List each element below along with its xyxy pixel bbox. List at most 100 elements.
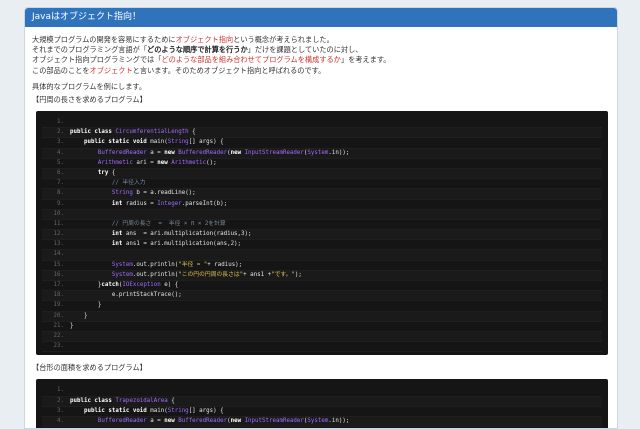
line-number: 1. <box>57 387 64 394</box>
code-token: public class <box>70 397 116 404</box>
code-token: ari = <box>132 159 158 166</box>
code-text: } <box>70 312 88 321</box>
code-text: BufferedReader a = new BufferedReader(ne… <box>70 417 349 426</box>
code-text: public static void main(String[] args) { <box>70 407 224 416</box>
code-line: 11. // 円周の長さ = 半径 × π × 2を計算 <box>42 220 602 231</box>
code-line: 20. } <box>42 311 602 322</box>
panel-body: 大規模プログラムの開発を容易にするためにオブジェクト指向という概念が考えられまし… <box>25 27 617 428</box>
code-token: catch <box>101 282 119 289</box>
code-line: 7. // 半径入力 <box>42 179 602 190</box>
code-text: public class CircumferentialLength { <box>70 128 196 137</box>
code-token: InputStreamReader <box>244 417 304 424</box>
code-token: BufferedReader <box>178 149 228 156</box>
code-token: .parseInt(b); <box>181 200 228 207</box>
caption-circumference: 【円周の長さを求めるプログラム】 <box>32 95 147 105</box>
code-text: Arithmetic ari = new Arithmetic(); <box>70 159 217 168</box>
code-line: 4. BufferedReader a = new BufferedReader… <box>42 416 602 428</box>
code-line: 1. <box>42 118 602 129</box>
code-text: // 半径入力 <box>70 179 146 188</box>
code-token: public static void <box>83 139 151 146</box>
line-number: 13. <box>53 241 64 248</box>
line-number: 4. <box>57 149 64 156</box>
intro-line-1: 大規模プログラムの開発を容易にするためにオブジェクト指向という概念が考えられまし… <box>32 35 611 45</box>
code-text: try { <box>70 169 115 178</box>
code-token: } <box>70 302 102 309</box>
line-number: 15. <box>53 261 64 268</box>
line-number: 12. <box>53 231 64 238</box>
line-number: 7. <box>57 180 64 187</box>
line-number: 18. <box>53 292 64 299</box>
code-token: } <box>70 312 88 319</box>
code-token: "この円の円周の長さは" <box>178 271 244 278</box>
code-line: 3. public static void main(String[] args… <box>42 138 602 149</box>
code-token: new <box>164 417 179 424</box>
code-line: 5. Arithmetic ari = new Arithmetic(); <box>42 159 602 169</box>
code-text: String b = a.readLine(); <box>70 189 196 198</box>
intro-line-4: この部品のことをオブジェクトと言います。そのためオブジェクト指向と呼ばれるのです… <box>32 66 611 76</box>
line-number: 3. <box>57 407 64 414</box>
code-token: [] args) { <box>188 139 224 146</box>
code-token: { <box>188 129 196 136</box>
line-number: 19. <box>53 302 64 309</box>
code-token: int <box>111 241 123 248</box>
code-token: public static void <box>83 407 151 414</box>
code-text: System.out.println("半径 = "+ radius); <box>70 261 242 270</box>
code-token: new <box>230 417 245 424</box>
intro-text: それまでのプログラミング言語が「 <box>32 45 148 55</box>
code-token: } <box>70 322 74 329</box>
intro-line-2: それまでのプログラミング言語が「どのような順序で計算を行うか」だけを課題としてい… <box>32 45 611 55</box>
code-token: "半径 = " <box>178 261 208 268</box>
intro-line-5: 具体的なプログラムを例にします。 <box>32 81 147 91</box>
code-token: [] args) { <box>188 407 224 414</box>
line-number: 10. <box>53 210 64 217</box>
line-number: 4. <box>57 417 64 424</box>
line-number: 21. <box>53 322 64 329</box>
content-panel: Javaはオブジェクト指向！ 大規模プログラムの開発を容易にするためにオブジェク… <box>24 7 618 429</box>
code-line: 3. public static void main(String[] args… <box>42 407 602 417</box>
code-token: (); <box>206 159 217 166</box>
line-number: 9. <box>57 200 64 207</box>
code-text: int ans1 = ari.multiplication(ans,2); <box>70 240 241 249</box>
line-number: 16. <box>53 271 64 278</box>
line-number: 14. <box>53 251 64 258</box>
code-token: ); <box>294 271 302 278</box>
line-number: 8. <box>57 190 64 197</box>
code-text: public class TrapezoidalArea { <box>70 397 175 406</box>
code-line: 2. public class CircumferentialLength { <box>42 128 602 139</box>
code-line: 19. } <box>42 301 602 312</box>
code-text: }catch(IOException e) { <box>70 281 178 290</box>
code-token: .in)); <box>328 149 350 156</box>
code-line: 2. public class TrapezoidalArea { <box>42 396 602 407</box>
intro-text: 」だけを課題としていたのに対し、 <box>247 45 363 55</box>
code-block-trapezoid: 1. 2. public class TrapezoidalArea {3. pub… <box>36 379 608 428</box>
code-token: BufferedReader <box>97 417 147 424</box>
code-text: // 円周の長さ = 半径 × π × 2を計算 <box>70 220 226 229</box>
code-token: e.printStackTrace(); <box>70 292 182 299</box>
code-token: try <box>97 169 109 176</box>
line-number: 22. <box>53 332 64 339</box>
code-line: 9. int radius = Integer.parseInt(b); <box>42 200 602 210</box>
code-token: ans1 = ari.multiplication(ans,2); <box>122 241 242 248</box>
intro-text: という概念が考えられました。 <box>233 35 334 44</box>
line-number: 2. <box>57 397 64 404</box>
line-number: 1. <box>57 119 64 126</box>
code-line: 10. <box>42 209 602 220</box>
code-line: 18. e.printStackTrace(); <box>42 291 602 302</box>
line-number: 17. <box>53 282 64 289</box>
intro-paragraph: 大規模プログラムの開発を容易にするためにオブジェクト指向という概念が考えられまし… <box>32 35 611 92</box>
code-text: } <box>70 322 74 331</box>
code-token: int <box>111 200 123 207</box>
intro-text: と言います。そのためオブジェクト指向と呼ばれるのです。 <box>132 65 326 75</box>
code-token: "です。" <box>271 271 295 278</box>
code-token: BufferedReader <box>178 417 228 424</box>
code-token: { <box>167 397 175 404</box>
